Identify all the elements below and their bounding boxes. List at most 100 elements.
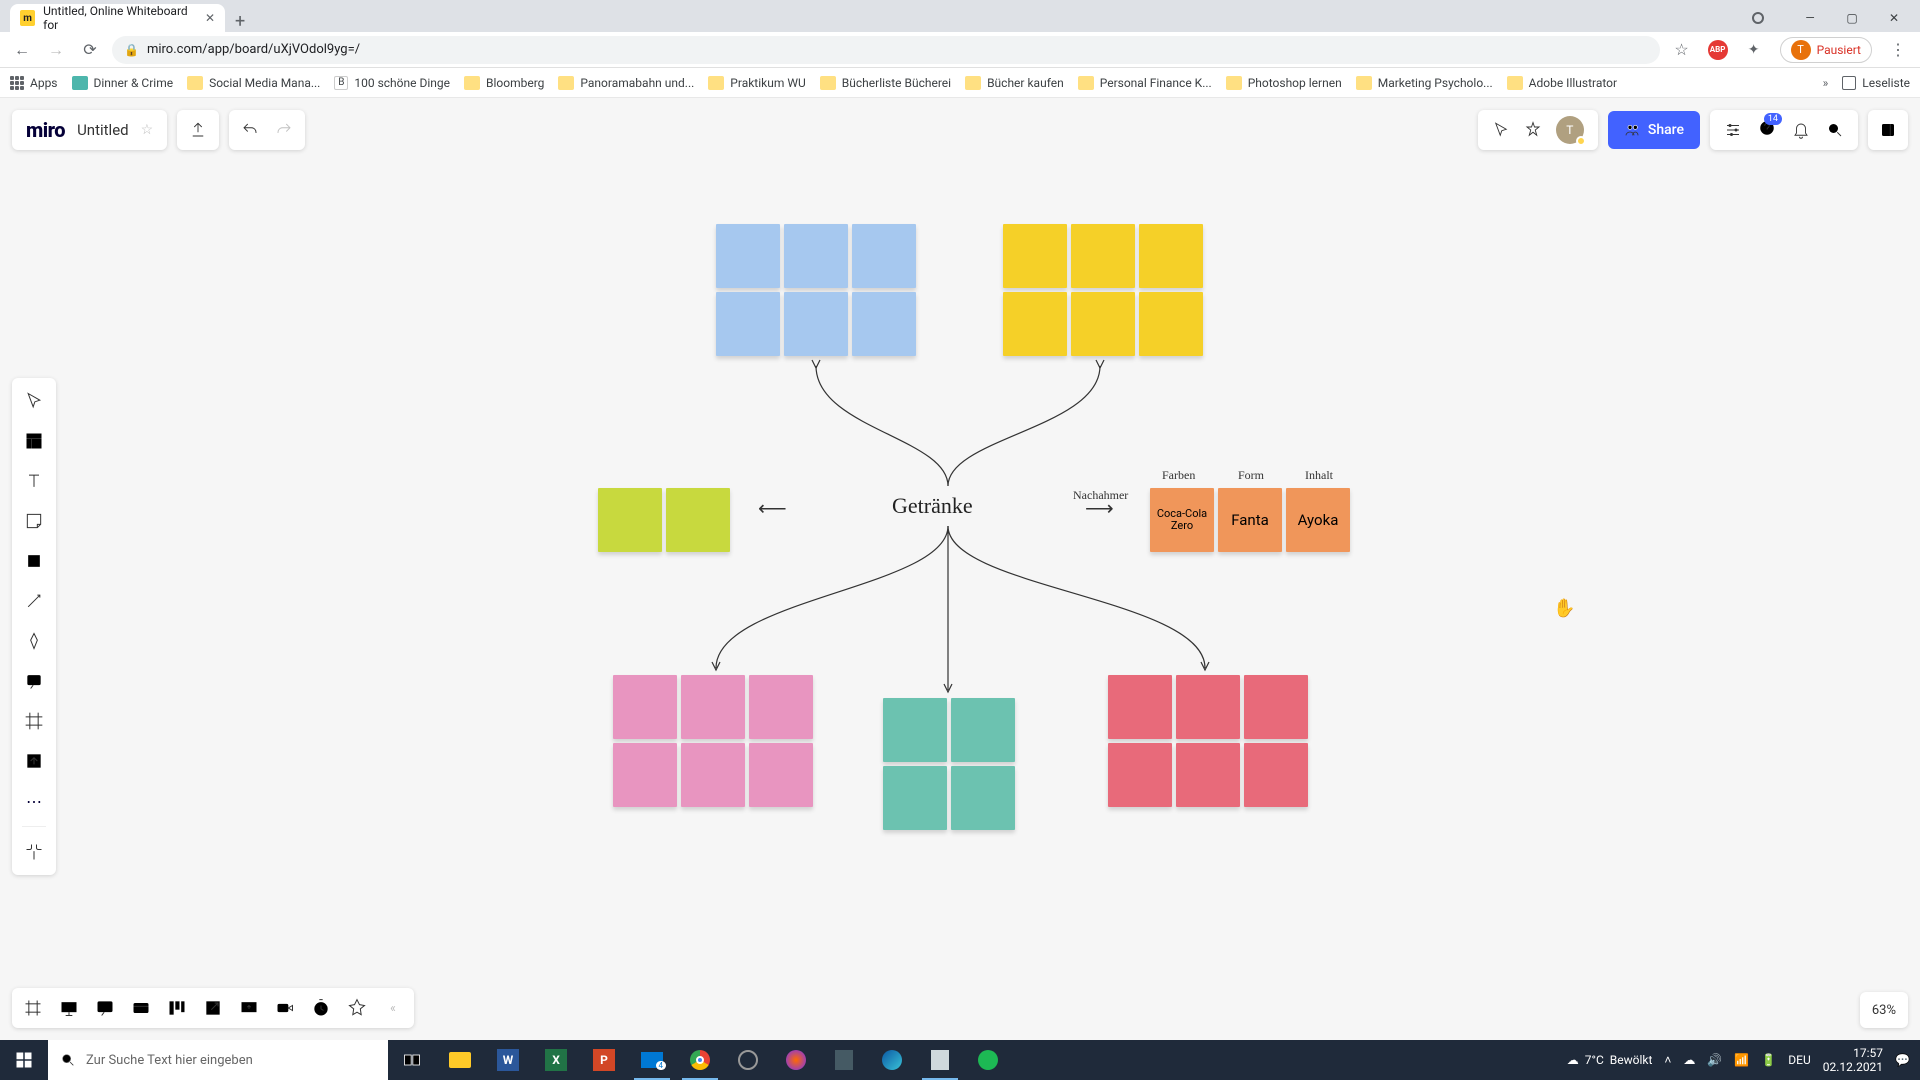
language-indicator[interactable]: DEU bbox=[1788, 1053, 1810, 1067]
bookmarks-overflow-icon[interactable]: » bbox=[1823, 76, 1829, 90]
bookmark-item[interactable]: Bloomberg bbox=[464, 76, 544, 90]
reload-button-icon[interactable]: ⟳ bbox=[78, 40, 102, 59]
sticky-note[interactable] bbox=[1244, 743, 1308, 807]
column-label[interactable]: Inhalt bbox=[1305, 468, 1333, 483]
sticky-note[interactable] bbox=[1108, 675, 1172, 739]
word-icon[interactable]: W bbox=[484, 1040, 532, 1080]
bookmark-item[interactable]: Social Media Mana... bbox=[187, 76, 320, 90]
window-minimize-icon[interactable]: — bbox=[1790, 4, 1830, 32]
close-tab-icon[interactable]: ✕ bbox=[205, 11, 215, 25]
sticky-note[interactable] bbox=[613, 675, 677, 739]
bookmark-item[interactable]: Marketing Psycholo... bbox=[1356, 76, 1493, 90]
column-label[interactable]: Form bbox=[1238, 468, 1264, 483]
sticky-note[interactable] bbox=[852, 292, 916, 356]
spotify-icon[interactable] bbox=[964, 1040, 1012, 1080]
sticky-note[interactable] bbox=[1071, 224, 1135, 288]
sticky-note-fanta[interactable]: Fanta bbox=[1218, 488, 1282, 552]
sticky-note-ayoka[interactable]: Ayoka bbox=[1286, 488, 1350, 552]
taskbar-clock[interactable]: 17:57 02.12.2021 bbox=[1823, 1046, 1883, 1075]
center-node-label[interactable]: Getränke bbox=[892, 493, 973, 519]
edge-icon[interactable] bbox=[868, 1040, 916, 1080]
sticky-note[interactable] bbox=[883, 766, 947, 830]
sticky-note[interactable] bbox=[1108, 743, 1172, 807]
sticky-group-lime[interactable] bbox=[598, 488, 730, 552]
sticky-note[interactable] bbox=[749, 675, 813, 739]
branch-label-nachahmer[interactable]: Nachahmer bbox=[1073, 488, 1128, 503]
new-tab-button[interactable]: + bbox=[225, 11, 255, 32]
sticky-group-yellow[interactable] bbox=[1003, 224, 1203, 356]
sticky-group-teal[interactable] bbox=[883, 698, 1015, 830]
app-icon[interactable] bbox=[820, 1040, 868, 1080]
extensions-icon[interactable]: ✦ bbox=[1742, 42, 1766, 58]
bookmark-item[interactable]: B100 schöne Dinge bbox=[334, 76, 450, 90]
bookmark-item[interactable]: Panoramabahn und... bbox=[558, 76, 694, 90]
profile-status-pill[interactable]: T Pausiert bbox=[1780, 37, 1872, 63]
sticky-group-red[interactable] bbox=[1108, 675, 1308, 807]
window-close-icon[interactable]: ✕ bbox=[1874, 4, 1914, 32]
sticky-note[interactable] bbox=[613, 743, 677, 807]
sticky-note[interactable] bbox=[1139, 292, 1203, 356]
whiteboard-canvas[interactable]: Getränke ⟵ ⟶ Nachahmer bbox=[0, 98, 1920, 1040]
url-input[interactable]: 🔒 miro.com/app/board/uXjVOdol9yg=/ bbox=[112, 36, 1660, 64]
sticky-note[interactable] bbox=[749, 743, 813, 807]
window-maximize-icon[interactable]: ▢ bbox=[1832, 4, 1872, 32]
sticky-note[interactable] bbox=[883, 698, 947, 762]
app-icon[interactable] bbox=[916, 1040, 964, 1080]
arrow-left-icon[interactable]: ⟵ bbox=[758, 496, 785, 520]
task-view-icon[interactable] bbox=[388, 1040, 436, 1080]
weather-widget[interactable]: ☁ 7°C Bewölkt bbox=[1567, 1053, 1653, 1067]
sticky-note[interactable] bbox=[1071, 292, 1135, 356]
notifications-icon[interactable]: 💬 bbox=[1895, 1053, 1910, 1067]
sticky-note[interactable] bbox=[598, 488, 662, 552]
taskbar-search[interactable]: Zur Suche Text hier eingeben bbox=[48, 1040, 388, 1080]
column-label[interactable]: Farben bbox=[1162, 468, 1195, 483]
tray-expand-icon[interactable]: ˄ bbox=[1664, 1053, 1671, 1067]
start-button[interactable] bbox=[0, 1040, 48, 1080]
sticky-note[interactable] bbox=[1176, 743, 1240, 807]
sticky-group-orange[interactable]: Coca-Cola Zero Fanta Ayoka bbox=[1150, 488, 1350, 552]
sticky-note[interactable] bbox=[784, 224, 848, 288]
excel-icon[interactable]: X bbox=[532, 1040, 580, 1080]
bookmark-item[interactable]: Photoshop lernen bbox=[1226, 76, 1342, 90]
bookmark-apps[interactable]: Apps bbox=[10, 76, 58, 90]
powerpoint-icon[interactable]: P bbox=[580, 1040, 628, 1080]
sticky-note-coca-cola-zero[interactable]: Coca-Cola Zero bbox=[1150, 488, 1214, 552]
opera-icon[interactable] bbox=[724, 1040, 772, 1080]
volume-icon[interactable]: 🔊 bbox=[1707, 1053, 1722, 1067]
battery-icon[interactable]: 🔋 bbox=[1761, 1053, 1776, 1067]
sticky-note[interactable] bbox=[1176, 675, 1240, 739]
bookmark-item[interactable]: Dinner & Crime bbox=[72, 76, 174, 90]
bookmark-item[interactable]: Adobe Illustrator bbox=[1507, 76, 1617, 90]
sticky-note[interactable] bbox=[681, 675, 745, 739]
sticky-note[interactable] bbox=[951, 766, 1015, 830]
sticky-note[interactable] bbox=[716, 224, 780, 288]
sticky-note[interactable] bbox=[784, 292, 848, 356]
file-explorer-icon[interactable] bbox=[436, 1040, 484, 1080]
sticky-note[interactable] bbox=[951, 698, 1015, 762]
adblock-icon[interactable]: ABP bbox=[1708, 40, 1728, 60]
bookmark-item[interactable]: Bücher kaufen bbox=[965, 76, 1064, 90]
sticky-note[interactable] bbox=[681, 743, 745, 807]
onedrive-icon[interactable]: ☁ bbox=[1683, 1053, 1695, 1067]
bookmark-item[interactable]: Personal Finance K... bbox=[1078, 76, 1212, 90]
app-icon[interactable] bbox=[772, 1040, 820, 1080]
sticky-group-blue[interactable] bbox=[716, 224, 916, 356]
browser-tab[interactable]: m Untitled, Online Whiteboard for ✕ bbox=[10, 4, 225, 32]
sticky-note[interactable] bbox=[666, 488, 730, 552]
sticky-note[interactable] bbox=[852, 224, 916, 288]
bookmark-star-icon[interactable]: ☆ bbox=[1670, 40, 1694, 59]
chrome-profile-dot[interactable] bbox=[1748, 4, 1788, 32]
sticky-group-pink[interactable] bbox=[613, 675, 813, 807]
chrome-icon[interactable] bbox=[676, 1040, 724, 1080]
bookmark-item[interactable]: Praktikum WU bbox=[708, 76, 805, 90]
bookmark-item[interactable]: Bücherliste Bücherei bbox=[820, 76, 951, 90]
reading-list[interactable]: Leseliste bbox=[1842, 76, 1910, 90]
wifi-icon[interactable]: 📶 bbox=[1734, 1053, 1749, 1067]
sticky-note[interactable] bbox=[716, 292, 780, 356]
sticky-note[interactable] bbox=[1244, 675, 1308, 739]
sticky-note[interactable] bbox=[1003, 292, 1067, 356]
back-button-icon[interactable]: ← bbox=[10, 40, 34, 60]
sticky-note[interactable] bbox=[1003, 224, 1067, 288]
sticky-note[interactable] bbox=[1139, 224, 1203, 288]
chrome-menu-icon[interactable]: ⋮ bbox=[1886, 40, 1910, 59]
